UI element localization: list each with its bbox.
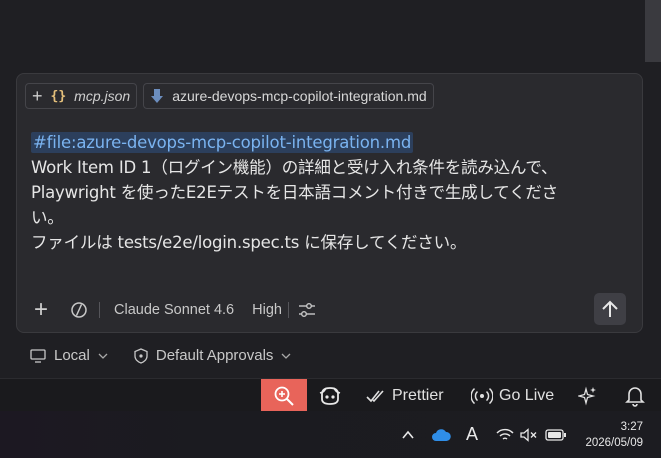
json-braces-icon: {} xyxy=(50,88,67,104)
attachment-mcp-json[interactable]: + {} mcp.json xyxy=(25,83,138,109)
battery-tray[interactable] xyxy=(545,411,567,458)
location-dropdown[interactable]: Local xyxy=(30,347,108,364)
chevron-down-icon xyxy=(281,353,291,359)
prompt-line: い。 xyxy=(31,208,64,227)
show-hidden-icons-button[interactable] xyxy=(402,411,414,458)
go-live-label: Go Live xyxy=(499,386,555,404)
chat-input-panel: + {} mcp.json azure-devops-mcp-copilot-i… xyxy=(16,73,643,333)
file-reference[interactable]: #file:azure-devops-mcp-copilot-integrati… xyxy=(31,132,414,153)
attachment-name: azure-devops-mcp-copilot-integration.md xyxy=(172,88,427,104)
markdown-file-icon xyxy=(151,89,164,103)
tools-icon[interactable] xyxy=(69,300,89,320)
double-check-icon xyxy=(366,389,384,402)
monitor-icon xyxy=(30,348,46,363)
sparkle-status[interactable] xyxy=(578,379,598,412)
ime-indicator[interactable]: A xyxy=(466,411,478,458)
add-context-icon[interactable]: + xyxy=(32,87,43,105)
approvals-dropdown[interactable]: Default Approvals xyxy=(134,347,292,364)
reasoning-level[interactable]: High xyxy=(252,302,282,318)
cloud-icon xyxy=(432,428,451,441)
volume-muted-icon xyxy=(520,427,537,442)
clock[interactable]: 3:27 2026/05/09 xyxy=(585,419,643,451)
settings-sliders-icon[interactable] xyxy=(297,300,317,320)
clock-time: 3:27 xyxy=(620,421,643,433)
go-live-button[interactable]: Go Live xyxy=(471,379,554,412)
copilot-status[interactable] xyxy=(318,379,342,412)
model-picker[interactable]: Claude Sonnet 4.6 xyxy=(114,302,234,318)
scrollbar[interactable] xyxy=(645,0,661,62)
attachment-name: mcp.json xyxy=(74,88,131,104)
battery-icon xyxy=(545,428,566,441)
ime-label: A xyxy=(466,424,479,444)
attachment-md-file[interactable]: azure-devops-mcp-copilot-integration.md xyxy=(143,83,434,109)
copilot-icon xyxy=(319,386,341,405)
broadcast-icon xyxy=(471,387,493,404)
shield-icon xyxy=(134,347,148,364)
taskbar: A 3:27 2026/05/09 xyxy=(0,411,661,458)
notifications-button[interactable] xyxy=(625,379,645,412)
network-tray[interactable] xyxy=(496,411,514,458)
prettier-label: Prettier xyxy=(392,386,444,404)
prompt-line: ファイルは tests/e2e/login.spec.ts に保存してください。 xyxy=(31,233,467,252)
chat-toolbar: + Claude Sonnet 4.6 High xyxy=(29,293,632,325)
wifi-icon xyxy=(496,428,514,440)
zoom-button[interactable] xyxy=(261,379,307,412)
prompt-textarea[interactable]: #file:azure-devops-mcp-copilot-integrati… xyxy=(31,130,631,255)
status-bar: Prettier Go Live xyxy=(0,378,661,412)
separator xyxy=(99,302,100,318)
prompt-line: Work Item ID 1（ログイン機能）の詳細と受け入れ条件を読み込んで、 xyxy=(31,158,558,177)
clock-date: 2026/05/09 xyxy=(585,437,643,449)
approvals-label: Default Approvals xyxy=(155,347,274,364)
bell-icon xyxy=(625,386,645,407)
arrow-up-icon xyxy=(602,300,618,317)
location-label: Local xyxy=(54,347,90,364)
prettier-status[interactable]: Prettier xyxy=(366,379,444,412)
send-button[interactable] xyxy=(594,293,626,325)
add-icon[interactable]: + xyxy=(29,298,53,322)
session-options: Local Default Approvals xyxy=(30,347,317,364)
sparkle-icon xyxy=(578,386,596,405)
onedrive-tray[interactable] xyxy=(431,411,451,458)
zoom-in-icon xyxy=(274,386,294,406)
separator xyxy=(287,302,289,318)
attachments-row: + {} mcp.json azure-devops-mcp-copilot-i… xyxy=(25,83,434,109)
volume-tray[interactable] xyxy=(520,411,538,458)
prompt-line: Playwright を使ったE2Eテストを日本語コメント付きで生成してくださ xyxy=(31,183,558,202)
chevron-down-icon xyxy=(98,353,108,359)
chevron-up-icon xyxy=(402,430,414,439)
